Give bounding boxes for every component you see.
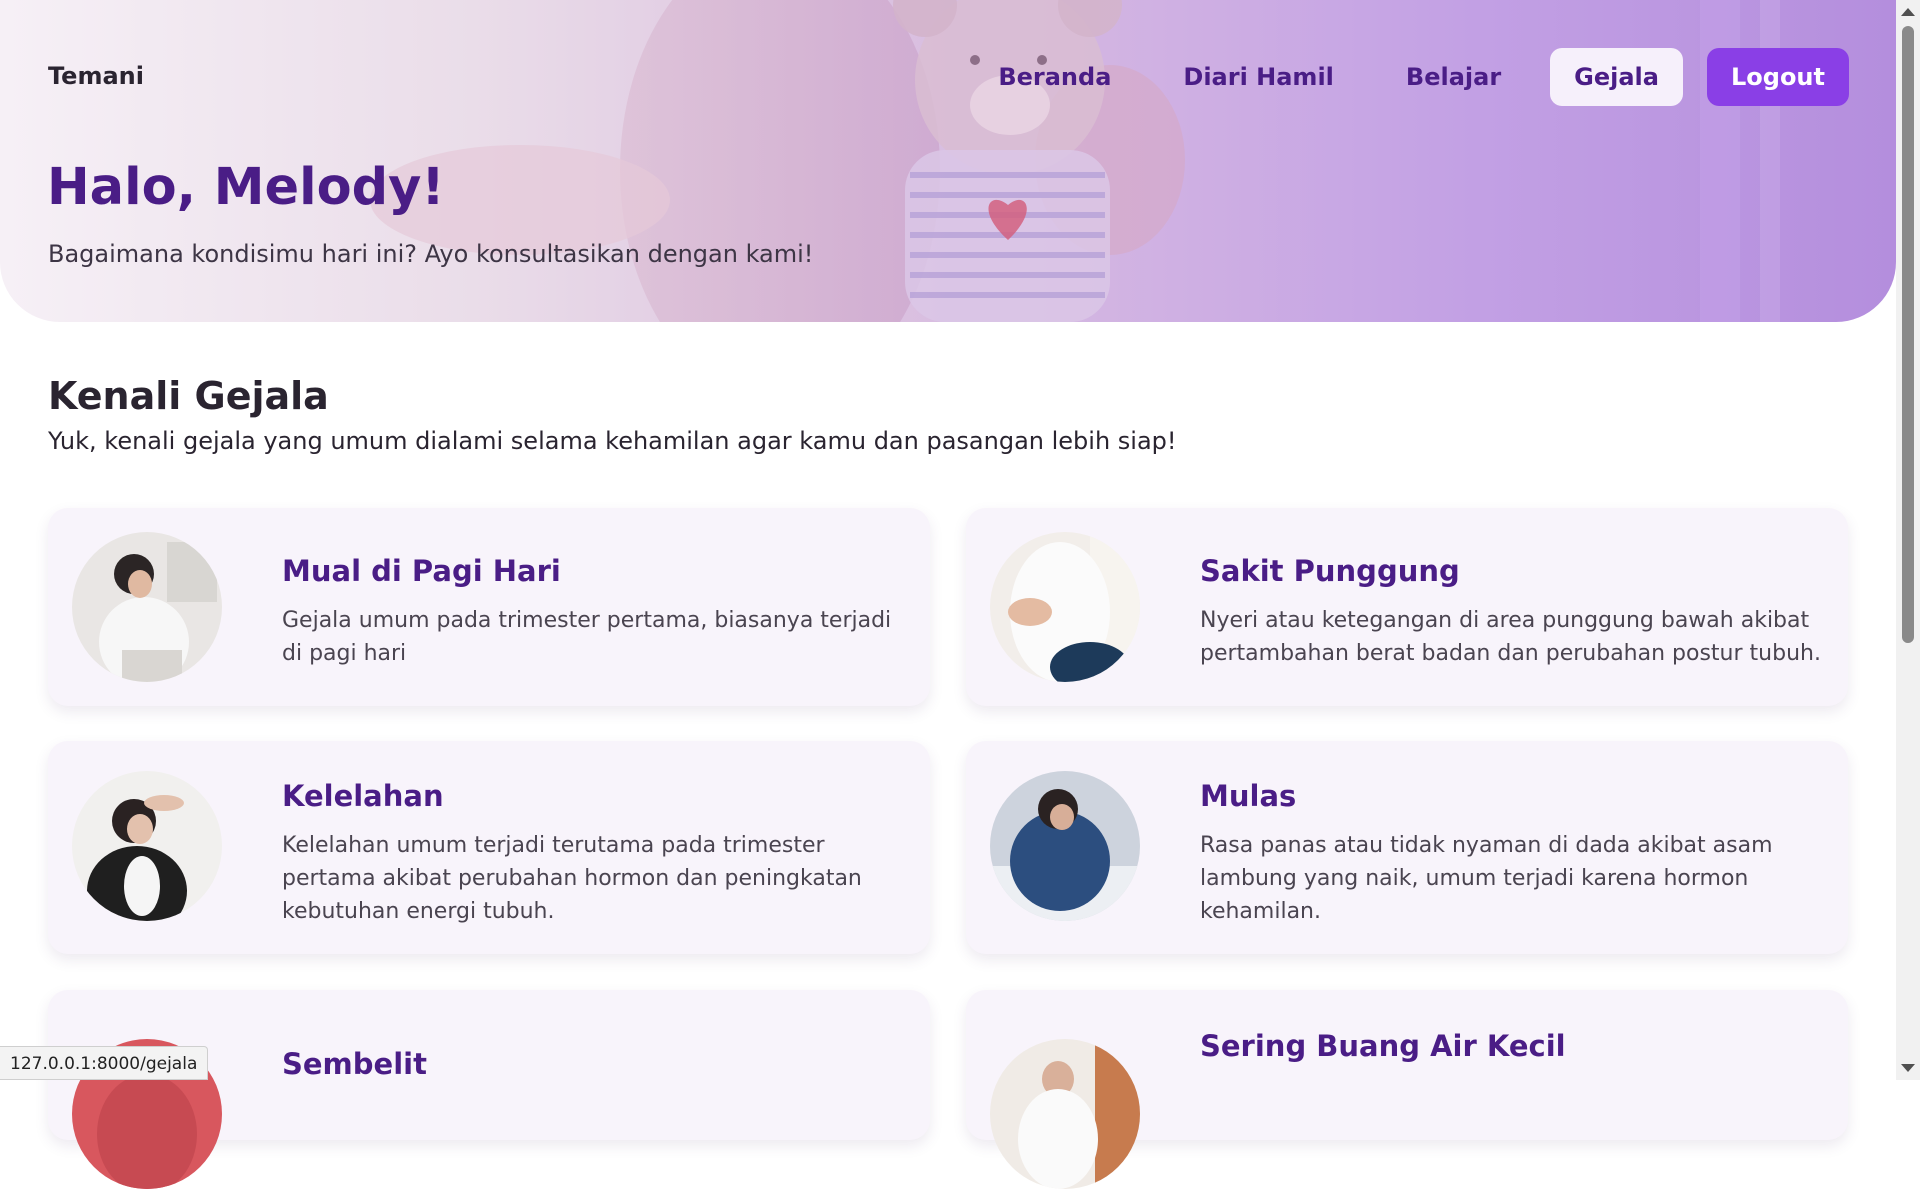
symptom-card[interactable]: Mual di Pagi Hari Gejala umum pada trime…	[48, 508, 930, 706]
symptom-description: Gejala umum pada trimester pertama, bias…	[282, 608, 892, 666]
symptom-title: Sembelit	[282, 1047, 427, 1081]
logout-button[interactable]: Logout	[1706, 48, 1849, 106]
link-status-url: 127.0.0.1:8000/gejala	[0, 1046, 209, 1080]
page-scrollbar[interactable]	[1896, 0, 1920, 1080]
symptom-image	[990, 532, 1140, 682]
brand-logo[interactable]: Temani	[48, 62, 144, 90]
greeting-title: Halo, Melody!	[47, 158, 445, 217]
symptom-title: Kelelahan	[282, 779, 444, 813]
symptom-card[interactable]: Mulas Rasa panas atau tidak nyaman di da…	[966, 741, 1848, 954]
symptom-card[interactable]: Sakit Punggung Nyeri atau ketegangan di …	[966, 508, 1848, 706]
nav-link-gejala-active[interactable]: Gejala	[1550, 48, 1683, 106]
top-navbar: Temani Beranda Diari Hamil Belajar Gejal…	[0, 0, 1896, 155]
scrollbar-thumb[interactable]	[1902, 26, 1914, 643]
scroll-up-arrow-icon[interactable]	[1901, 8, 1915, 16]
nav-link-beranda[interactable]: Beranda	[998, 48, 1111, 106]
greeting-subtitle: Bagaimana kondisimu hari ini? Ayo konsul…	[48, 240, 814, 268]
symptom-image	[990, 771, 1140, 921]
symptom-description: Kelelahan umum terjadi terutama pada tri…	[282, 833, 862, 924]
symptom-title: Sering Buang Air Kecil	[1200, 1029, 1566, 1063]
symptom-title: Mual di Pagi Hari	[282, 554, 561, 588]
section-title: Kenali Gejala	[48, 374, 329, 418]
symptom-title: Mulas	[1200, 779, 1297, 813]
symptom-card[interactable]: Sering Buang Air Kecil	[966, 990, 1848, 1189]
nav-link-belajar[interactable]: Belajar	[1406, 48, 1501, 106]
nav-link-diari-hamil[interactable]: Diari Hamil	[1183, 48, 1334, 106]
symptom-description: Rasa panas atau tidak nyaman di dada aki…	[1200, 833, 1773, 924]
symptom-image	[72, 771, 222, 921]
symptom-image	[990, 1039, 1140, 1189]
hero-banner: Temani Beranda Diari Hamil Belajar Gejal…	[0, 0, 1896, 322]
scroll-down-arrow-icon[interactable]	[1901, 1064, 1915, 1072]
symptom-card[interactable]: Kelelahan Kelelahan umum terjadi terutam…	[48, 741, 930, 954]
section-subtitle: Yuk, kenali gejala yang umum dialami sel…	[48, 427, 1177, 455]
nav-links: Beranda Diari Hamil Belajar Gejala Logou…	[926, 48, 1849, 106]
symptom-description: Nyeri atau ketegangan di area punggung b…	[1200, 608, 1821, 666]
symptom-title: Sakit Punggung	[1200, 554, 1460, 588]
symptom-image	[72, 532, 222, 682]
